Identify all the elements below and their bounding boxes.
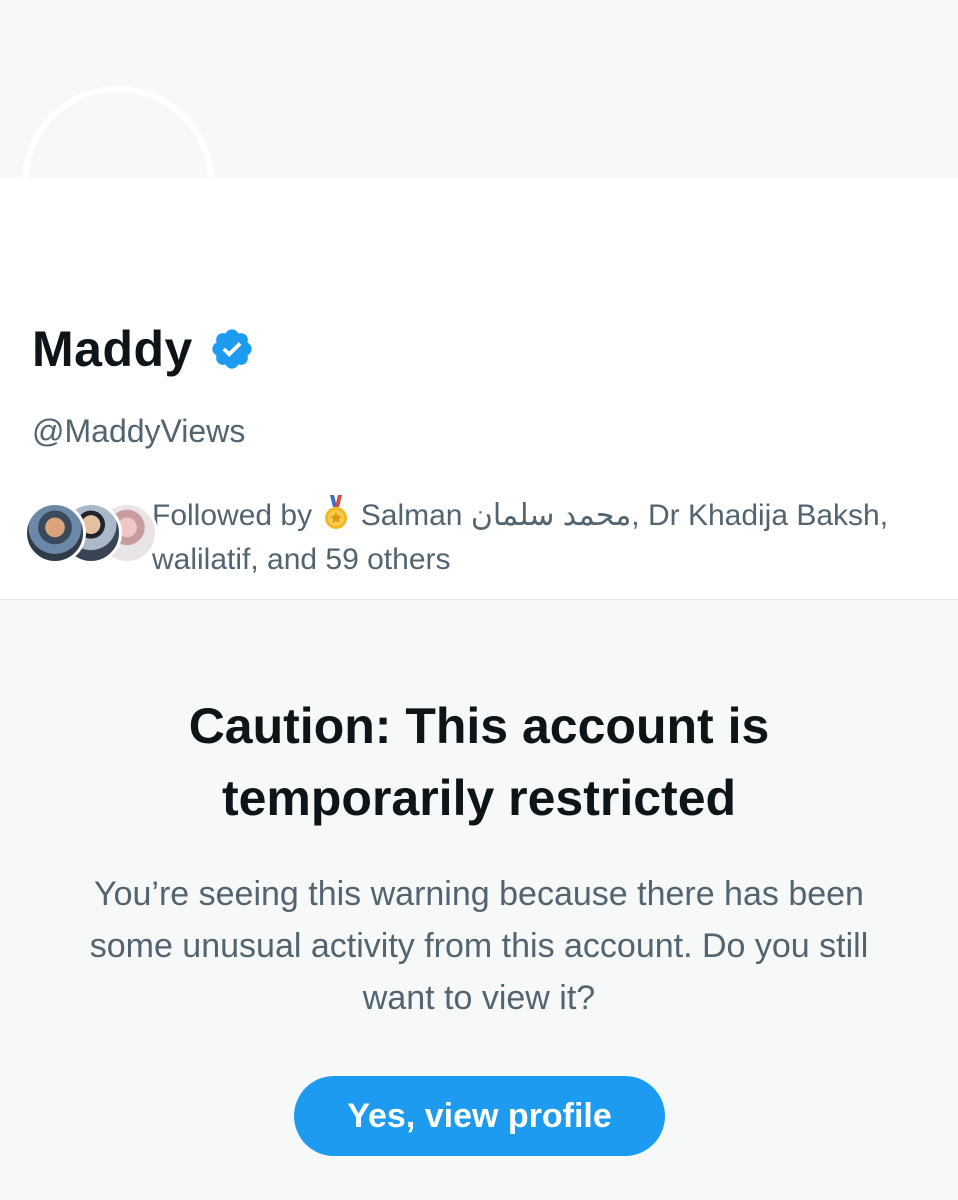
profile-handle: @MaddyViews (32, 413, 246, 449)
verified-badge-icon[interactable] (209, 326, 255, 372)
followed-by-prefix: Followed by (152, 499, 313, 532)
warning-body: You’re seeing this warning because there… (89, 875, 869, 1017)
view-profile-button[interactable]: Yes, view profile (294, 1076, 665, 1156)
profile-name-row: Maddy (32, 318, 255, 380)
restriction-warning: Caution: This account is temporarily res… (0, 600, 958, 1200)
warning-title: Caution: This account is temporarily res… (188, 698, 770, 826)
display-name: Maddy (32, 321, 193, 377)
follower-avatar (24, 502, 86, 564)
followed-by-section[interactable]: Followed by Salman محمد سلمان, Dr Khadij… (24, 494, 944, 582)
medal-icon (325, 495, 348, 529)
followed-by-text[interactable]: Followed by Salman محمد سلمان, Dr Khadij… (152, 494, 942, 582)
follower-avatar-stack[interactable] (24, 502, 158, 572)
